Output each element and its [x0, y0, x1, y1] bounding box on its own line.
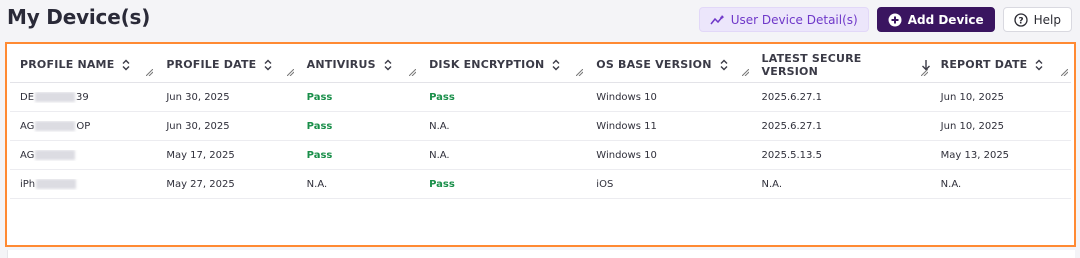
antivirus-cell: N.A. [306, 178, 328, 190]
sort-both-icon[interactable] [264, 59, 272, 71]
sort-both-icon[interactable] [1035, 59, 1043, 71]
os-base-version-cell: Windows 10 [596, 91, 657, 103]
latest-secure-version-cell: N.A. [761, 178, 783, 190]
antivirus-cell: Pass [306, 120, 333, 132]
resize-handle-icon[interactable] [286, 66, 295, 79]
profile-name-cell: iPh [10, 178, 156, 190]
disk-encryption-cell: Pass [429, 91, 455, 103]
sparkle-chart-icon [710, 14, 725, 26]
resize-handle-icon[interactable] [145, 66, 154, 79]
table-bottom-edge [7, 250, 1075, 258]
add-device-button[interactable]: Add Device [876, 7, 995, 32]
sort-both-icon[interactable] [384, 59, 392, 71]
redacted-text [35, 91, 76, 102]
profile-date-cell: May 27, 2025 [166, 178, 235, 190]
profile-name-cell: AG OP [20, 120, 91, 132]
table-row[interactable]: iPh May 27, 2025 N.A. Pass iOS N.A. N.A. [10, 170, 1071, 199]
os-base-version-cell: Windows 11 [596, 120, 657, 132]
sort-both-icon[interactable] [552, 59, 560, 71]
report-date-cell: May 13, 2025 [940, 149, 1010, 161]
table-row[interactable]: AG OP Jun 30, 2025 Pass N.A. Windows 11 2… [10, 112, 1071, 141]
os-base-version-cell: iOS [596, 178, 614, 190]
add-device-label: Add Device [907, 12, 984, 27]
column-header-os-base-version[interactable]: OS BASE VERSION [586, 47, 751, 82]
column-header-profile-date[interactable]: PROFILE DATE [156, 47, 296, 82]
resize-handle-icon[interactable] [575, 66, 584, 79]
profile-name-cell: AG [10, 149, 156, 161]
help-label: Help [1033, 12, 1061, 27]
report-date-cell: Jun 10, 2025 [940, 91, 1004, 103]
sort-both-icon[interactable] [122, 59, 130, 71]
disk-encryption-cell: N.A. [429, 120, 450, 132]
user-device-details-button[interactable]: User Device Detail(s) [698, 7, 869, 32]
os-base-version-cell: Windows 10 [596, 149, 657, 161]
column-header-profile-name[interactable]: PROFILE NAME [10, 47, 156, 82]
user-device-details-label: User Device Detail(s) [730, 12, 858, 27]
column-header-antivirus[interactable]: ANTIVIRUS [297, 47, 419, 82]
report-date-cell: Jun 10, 2025 [940, 120, 1004, 132]
profile-date-cell: Jun 30, 2025 [166, 91, 230, 103]
resize-handle-icon[interactable] [1060, 66, 1069, 79]
antivirus-cell: Pass [306, 91, 333, 103]
toolbar: User Device Detail(s) Add Device ? Help [698, 7, 1072, 32]
column-header-disk-encryption[interactable]: DISK ENCRYPTION [419, 47, 586, 82]
redacted-text [36, 178, 77, 189]
devices-table: PROFILE NAME PROFILE DATE ANTIVIRUS DISK… [5, 42, 1076, 247]
latest-secure-version-cell: 2025.6.27.1 [761, 91, 822, 103]
antivirus-cell: Pass [306, 149, 333, 161]
resize-handle-icon[interactable] [920, 66, 929, 79]
plus-circle-icon [888, 13, 902, 27]
report-date-cell: N.A. [940, 178, 962, 190]
column-header-report-date[interactable]: REPORT DATE [931, 47, 1071, 82]
latest-secure-version-cell: 2025.6.27.1 [761, 120, 822, 132]
column-header-latest-secure-version[interactable]: LATEST SECURE VERSION [752, 47, 931, 82]
disk-encryption-cell: N.A. [429, 149, 450, 161]
table-header: PROFILE NAME PROFILE DATE ANTIVIRUS DISK… [10, 47, 1071, 83]
profile-date-cell: Jun 30, 2025 [166, 120, 230, 132]
resize-handle-icon[interactable] [741, 66, 749, 79]
latest-secure-version-cell: 2025.5.13.5 [761, 149, 822, 161]
help-button[interactable]: ? Help [1002, 7, 1072, 32]
resize-handle-icon[interactable] [408, 66, 417, 79]
table-row[interactable]: DE 39 Jun 30, 2025 Pass Pass Windows 10 2… [10, 83, 1071, 112]
disk-encryption-cell: Pass [429, 178, 455, 190]
sort-both-icon[interactable] [720, 59, 728, 71]
page-title: My Device(s) [7, 5, 151, 29]
profile-name-cell: DE 39 [20, 91, 89, 103]
question-circle-icon: ? [1013, 12, 1028, 27]
table-row[interactable]: AG May 17, 2025 Pass N.A. Windows 10 202… [10, 141, 1071, 170]
profile-date-cell: May 17, 2025 [166, 149, 235, 161]
svg-text:?: ? [1018, 16, 1023, 26]
redacted-text [35, 149, 76, 160]
redacted-text [35, 120, 76, 131]
